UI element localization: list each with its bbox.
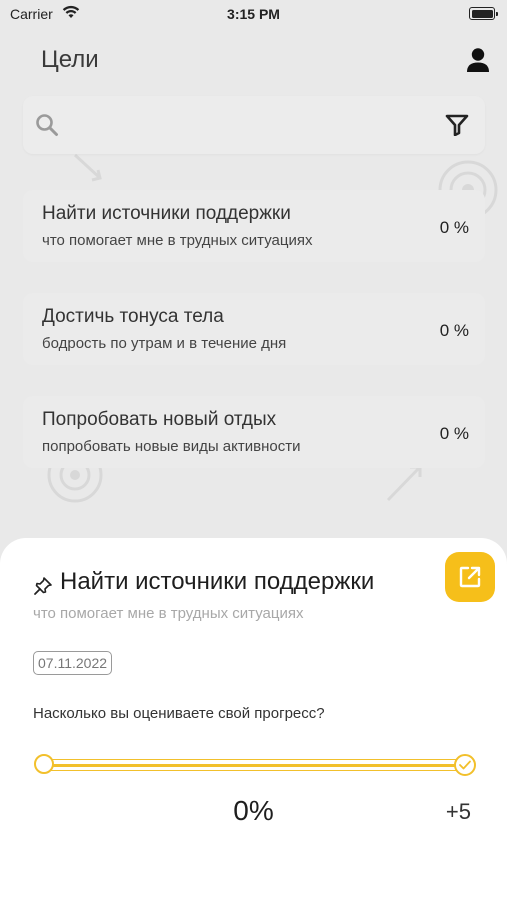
filter-icon[interactable] <box>445 114 469 136</box>
progress-slider[interactable] <box>33 752 477 778</box>
page-title: Цели <box>41 46 99 73</box>
goal-progress: 0 % <box>439 218 469 237</box>
search-icon[interactable] <box>35 113 59 137</box>
goal-card[interactable]: Достичь тонуса тела бодрость по утрам и … <box>23 293 485 365</box>
sheet-subtitle: что помогает мне в трудных ситуациях <box>33 605 304 622</box>
goal-progress: 0 % <box>439 424 469 443</box>
battery-icon <box>469 7 498 20</box>
goal-subtitle: что помогает мне в трудных ситуациях <box>42 232 313 249</box>
external-link-icon <box>459 566 481 588</box>
goal-card[interactable]: Попробовать новый отдых попробовать новы… <box>23 396 485 468</box>
pin-icon <box>34 577 52 595</box>
goal-detail-sheet: Найти источники поддержки что помогает м… <box>0 538 507 900</box>
slider-fill <box>45 763 465 767</box>
current-progress-value: 0% <box>233 795 274 826</box>
search-input[interactable] <box>71 110 431 140</box>
goal-title: Попробовать новый отдых <box>42 409 277 430</box>
clock: 3:15 PM <box>227 6 280 22</box>
goal-progress: 0 % <box>439 321 469 340</box>
goal-subtitle: бодрость по утрам и в течение дня <box>42 335 287 352</box>
open-goal-button[interactable] <box>445 552 495 602</box>
sheet-title: Найти источники поддержки <box>60 568 375 595</box>
arrow-icon <box>73 153 102 182</box>
slider-max-marker <box>454 754 476 776</box>
goal-title: Найти источники поддержки <box>42 203 291 224</box>
goal-subtitle: попробовать новые виды активности <box>42 438 301 455</box>
goal-title: Достичь тонуса тела <box>42 306 224 327</box>
person-icon[interactable] <box>464 47 492 73</box>
slider-thumb[interactable] <box>34 754 54 774</box>
goal-card[interactable]: Найти источники поддержки что помогает м… <box>23 190 485 262</box>
status-bar: Carrier 3:15 PM <box>0 0 507 30</box>
date-badge: 07.11.2022 <box>33 651 113 675</box>
progress-question: Насколько вы оцениваете свой прогресс? <box>33 705 325 722</box>
max-progress-label: +5 <box>445 799 471 824</box>
check-icon <box>459 760 471 770</box>
search-bar <box>23 96 485 154</box>
